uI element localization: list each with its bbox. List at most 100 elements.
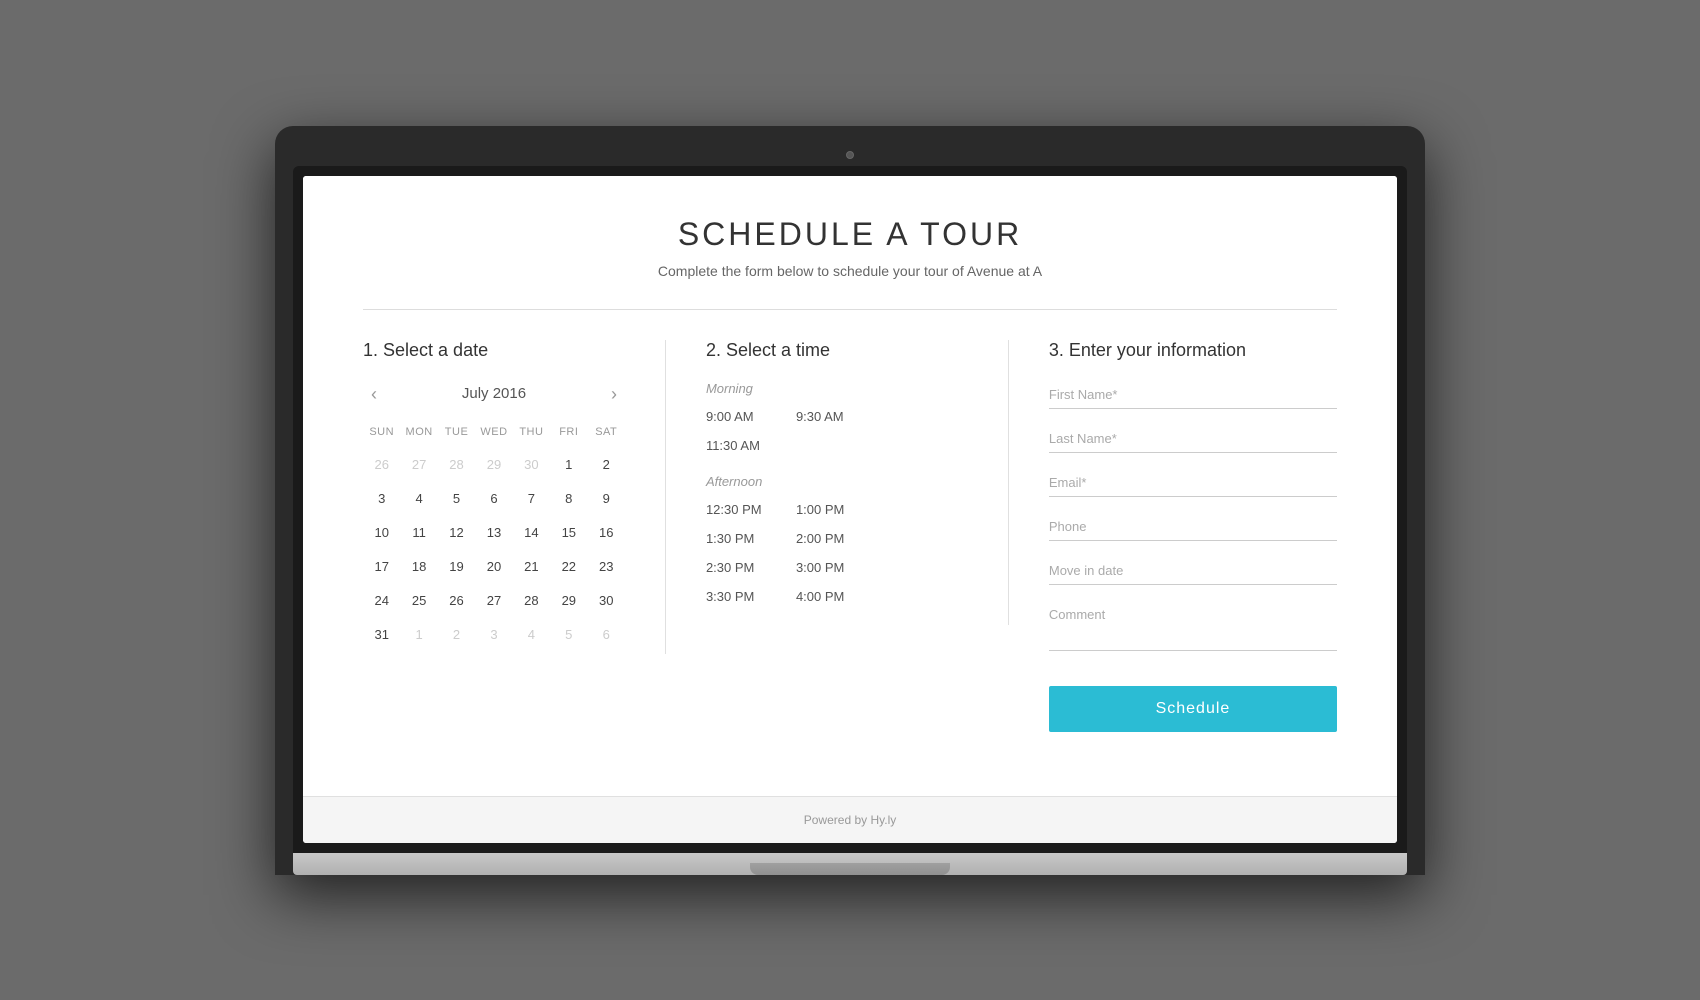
time-slot[interactable]: 4:00 PM (796, 586, 866, 607)
calendar-day[interactable]: 25 (404, 586, 434, 616)
calendar-day[interactable]: 26 (442, 586, 472, 616)
section-time: 2. Select a time Morning 9:00 AM 9:30 AM 1… (666, 340, 1009, 625)
time-slot-row: 12:30 PM 1:00 PM (706, 499, 968, 520)
calendar-day[interactable]: 13 (479, 518, 509, 548)
calendar-day[interactable]: 16 (591, 518, 621, 548)
afternoon-section: Afternoon 12:30 PM 1:00 PM 1:30 PM 2:00 PM 2… (706, 474, 968, 607)
calendar-day[interactable]: 5 (442, 484, 472, 514)
calendar-day[interactable]: 31 (367, 620, 397, 650)
screen: SCHEDULE A TOUR Complete the form below … (303, 176, 1397, 843)
section-date-heading: 1. Select a date (363, 340, 625, 361)
calendar-day: 1 (404, 620, 434, 650)
calendar-day: 3 (479, 620, 509, 650)
calendar-day[interactable]: 28 (516, 586, 546, 616)
calendar-day[interactable]: 2 (591, 450, 621, 480)
morning-label: Morning (706, 381, 968, 396)
powered-by-text: Powered by Hy.ly (804, 813, 896, 827)
page-header: SCHEDULE A TOUR Complete the form below … (363, 216, 1337, 279)
calendar-day[interactable]: 20 (479, 552, 509, 582)
page-title: SCHEDULE A TOUR (363, 216, 1337, 253)
laptop-notch (750, 863, 950, 875)
calendar-day[interactable]: 3 (367, 484, 397, 514)
email-input[interactable] (1049, 469, 1337, 497)
section-time-heading: 2. Select a time (706, 340, 968, 361)
calendar-day[interactable]: 9 (591, 484, 621, 514)
calendar-day[interactable]: 4 (404, 484, 434, 514)
calendar-week-row: 1011 121314 1516 (363, 518, 625, 548)
calendar-day: 26 (367, 450, 397, 480)
calendar-day[interactable]: 14 (516, 518, 546, 548)
calendar-week-row: 2425 262728 2930 (363, 586, 625, 616)
sections-container: 1. Select a date ‹ July 2016 › SUN MON (363, 340, 1337, 732)
calendar-day[interactable]: 6 (479, 484, 509, 514)
calendar-day[interactable]: 29 (554, 586, 584, 616)
calendar-day[interactable]: 8 (554, 484, 584, 514)
time-slot-row: 1:30 PM 2:00 PM (706, 528, 968, 549)
calendar-day[interactable]: 7 (516, 484, 546, 514)
calendar-day: 28 (442, 450, 472, 480)
calendar-grid: SUN MON TUE WED THU FRI SAT 262728293012… (363, 422, 625, 650)
calendar-day[interactable]: 17 (367, 552, 397, 582)
calendar-day[interactable]: 18 (404, 552, 434, 582)
morning-slots: 9:00 AM 9:30 AM 11:30 AM (706, 406, 968, 456)
camera-bar (293, 144, 1407, 166)
time-slot-row: 9:00 AM 9:30 AM (706, 406, 968, 427)
calendar-day[interactable]: 27 (479, 586, 509, 616)
time-slot[interactable]: 1:30 PM (706, 528, 776, 549)
time-slot[interactable]: 11:30 AM (706, 435, 776, 456)
calendar-day[interactable]: 10 (367, 518, 397, 548)
calendar-month-year: July 2016 (462, 385, 526, 402)
cal-header-sat: SAT (588, 422, 625, 442)
afternoon-label: Afternoon (706, 474, 968, 489)
calendar-next-button[interactable]: › (603, 381, 625, 407)
calendar-header-row: SUN MON TUE WED THU FRI SAT (363, 422, 625, 442)
page-subtitle: Complete the form below to schedule your… (363, 263, 1337, 279)
calendar-day: 30 (516, 450, 546, 480)
calendar-day: 6 (591, 620, 621, 650)
calendar-day: 2 (442, 620, 472, 650)
calendar-day[interactable]: 22 (554, 552, 584, 582)
calendar-nav: ‹ July 2016 › (363, 381, 625, 407)
schedule-button[interactable]: Schedule (1049, 686, 1337, 732)
calendar-day[interactable]: 12 (442, 518, 472, 548)
calendar-week-row: 31123456 (363, 620, 625, 650)
calendar-body: 2627282930123456789101112131415161718192… (363, 450, 625, 650)
last-name-input[interactable] (1049, 425, 1337, 453)
camera-dot (846, 151, 854, 159)
phone-field (1049, 513, 1337, 541)
cal-header-sun: SUN (363, 422, 400, 442)
calendar-day[interactable]: 30 (591, 586, 621, 616)
time-slot[interactable]: 2:30 PM (706, 557, 776, 578)
calendar-day[interactable]: 11 (404, 518, 434, 548)
calendar-day: 29 (479, 450, 509, 480)
time-slot[interactable]: 3:00 PM (796, 557, 866, 578)
section-info-heading: 3. Enter your information (1049, 340, 1337, 361)
time-slot[interactable]: 3:30 PM (706, 586, 776, 607)
move-in-date-input[interactable] (1049, 557, 1337, 585)
cal-header-tue: TUE (438, 422, 475, 442)
calendar-day[interactable]: 23 (591, 552, 621, 582)
section-info: 3. Enter your information (1009, 340, 1337, 732)
cal-header-mon: MON (400, 422, 437, 442)
time-slot[interactable]: 1:00 PM (796, 499, 866, 520)
comment-input[interactable] (1049, 601, 1337, 651)
calendar-day[interactable]: 24 (367, 586, 397, 616)
calendar-day[interactable]: 21 (516, 552, 546, 582)
calendar-day: 4 (516, 620, 546, 650)
calendar-day[interactable]: 1 (554, 450, 584, 480)
time-slot-row: 3:30 PM 4:00 PM (706, 586, 968, 607)
cal-header-fri: FRI (550, 422, 587, 442)
calendar-day: 5 (554, 620, 584, 650)
header-divider (363, 309, 1337, 310)
first-name-input[interactable] (1049, 381, 1337, 409)
last-name-field (1049, 425, 1337, 453)
calendar-prev-button[interactable]: ‹ (363, 381, 385, 407)
calendar-day[interactable]: 19 (442, 552, 472, 582)
time-slot[interactable]: 9:00 AM (706, 406, 776, 427)
time-slot[interactable]: 12:30 PM (706, 499, 776, 520)
time-slot[interactable]: 2:00 PM (796, 528, 866, 549)
cal-header-wed: WED (475, 422, 512, 442)
calendar-day[interactable]: 15 (554, 518, 584, 548)
phone-input[interactable] (1049, 513, 1337, 541)
time-slot[interactable]: 9:30 AM (796, 406, 866, 427)
